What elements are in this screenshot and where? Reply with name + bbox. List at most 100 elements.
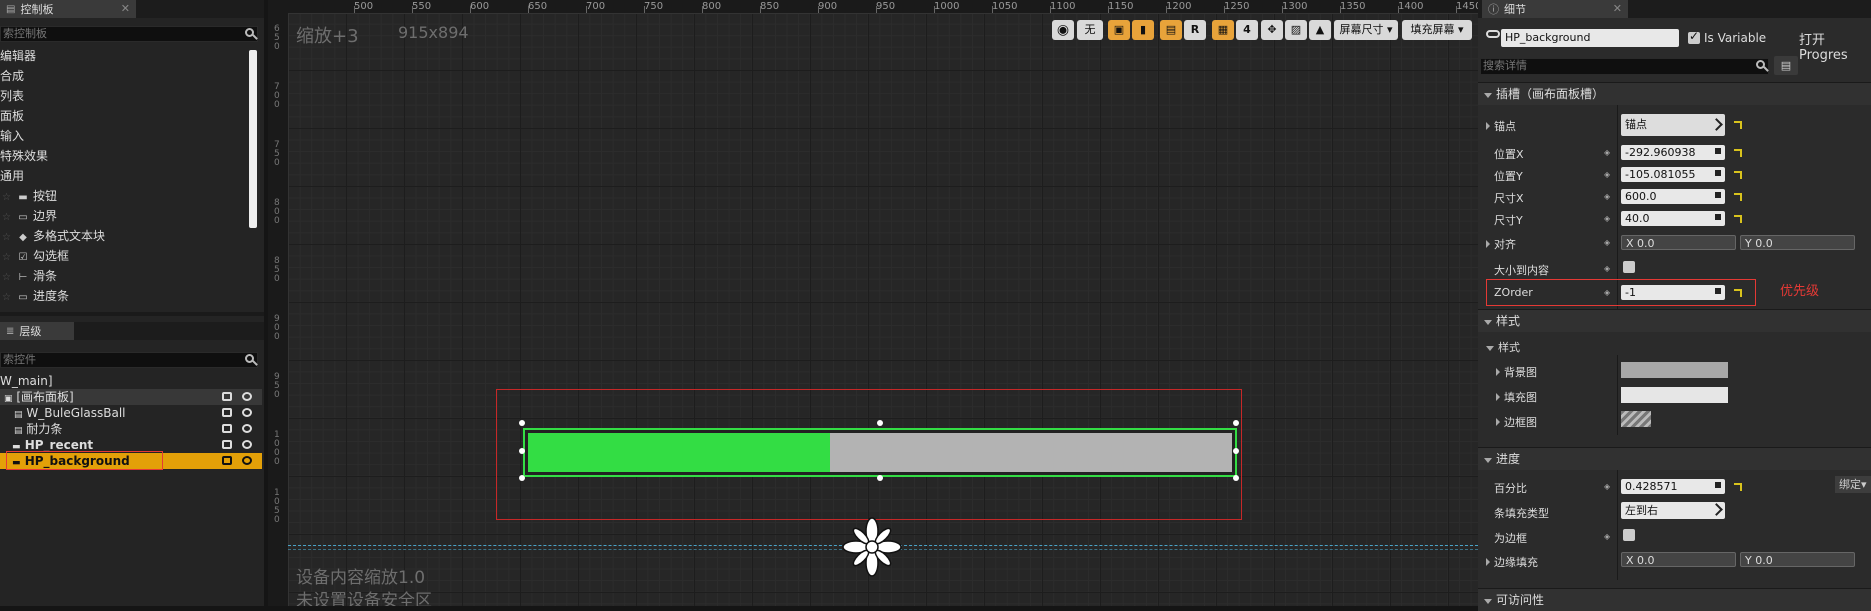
- palette-item-border[interactable]: ☆ ▭ 边界: [0, 206, 57, 226]
- fill-image-row[interactable]: 填充图: [1490, 389, 1537, 405]
- lock-icon[interactable]: [222, 392, 232, 401]
- widget-name-input[interactable]: HP_background: [1501, 29, 1679, 47]
- palette-search-input[interactable]: 索控制板: [0, 26, 258, 42]
- respect-locks-button[interactable]: R: [1184, 20, 1206, 40]
- bind-dropdown[interactable]: 绑定▾: [1835, 476, 1871, 493]
- resize-handle[interactable]: [519, 448, 525, 454]
- border-pad-row[interactable]: 边缘填充: [1480, 554, 1538, 570]
- palette-item-richtext[interactable]: ☆ ◆ 多格式文本块: [0, 226, 105, 246]
- bg-image-swatch[interactable]: [1621, 362, 1728, 378]
- grid-snap-value[interactable]: 4: [1236, 20, 1258, 40]
- size-y-input[interactable]: 40.0: [1621, 211, 1725, 226]
- image-icon[interactable]: ▨: [1285, 20, 1307, 40]
- palette-scrollbar[interactable]: [249, 50, 257, 228]
- palette-category-effects[interactable]: 特殊效果: [0, 146, 48, 166]
- bind-icon[interactable]: ◈: [1604, 532, 1612, 541]
- hierarchy-tab[interactable]: ≣ 层级: [0, 322, 74, 340]
- fill-type-dropdown[interactable]: 左到右: [1621, 502, 1725, 519]
- border-image-row[interactable]: 边框图: [1490, 414, 1537, 430]
- lock-icon[interactable]: [222, 408, 232, 417]
- palette-category-input[interactable]: 输入: [0, 126, 24, 146]
- anchor-row[interactable]: 锚点: [1480, 118, 1516, 134]
- reset-icon[interactable]: [1734, 215, 1742, 223]
- palette-item-slider[interactable]: ☆ ⊢ 滑条: [0, 266, 57, 286]
- section-progress[interactable]: 进度: [1478, 447, 1871, 470]
- outline-toggle-icon[interactable]: ▣: [1108, 20, 1130, 40]
- reset-icon[interactable]: [1734, 171, 1742, 179]
- palette-item-checkbox[interactable]: ☆ ☑ 勾选框: [0, 246, 69, 266]
- screen-size-dropdown[interactable]: 屏幕尺寸 ▾: [1334, 20, 1398, 40]
- hierarchy-row-stamina[interactable]: ▤ 耐力条: [0, 421, 262, 437]
- size-x-input[interactable]: 600.0: [1621, 189, 1725, 204]
- reset-icon[interactable]: [1734, 483, 1742, 491]
- grid-snap-icon[interactable]: ▦: [1212, 20, 1234, 40]
- property-matrix-icon[interactable]: ▤: [1774, 56, 1798, 75]
- palette-category-editor[interactable]: 编辑器: [0, 46, 36, 66]
- eye-icon[interactable]: [242, 408, 252, 417]
- lock-icon[interactable]: [222, 456, 232, 465]
- reset-icon[interactable]: [1734, 193, 1742, 201]
- palette-category-compose[interactable]: 合成: [0, 66, 24, 86]
- resize-handle[interactable]: [1233, 420, 1239, 426]
- move-icon[interactable]: ✥: [1261, 20, 1283, 40]
- reset-icon[interactable]: [1734, 121, 1742, 129]
- reset-icon[interactable]: [1734, 149, 1742, 157]
- palette-item-button[interactable]: ☆ ▬ 按钮: [0, 186, 57, 206]
- eye-icon[interactable]: [242, 424, 252, 433]
- eye-icon[interactable]: [242, 440, 252, 449]
- style-subsection[interactable]: 样式: [1480, 339, 1520, 355]
- star-icon[interactable]: ☆: [2, 252, 11, 263]
- star-icon[interactable]: ☆: [2, 192, 11, 203]
- is-variable-checkbox[interactable]: [1688, 29, 1700, 44]
- align-x-input[interactable]: X 0.0: [1621, 235, 1736, 250]
- bind-icon[interactable]: ◈: [1604, 482, 1612, 491]
- details-search-input[interactable]: 搜索详情: [1480, 58, 1769, 75]
- zorder-input[interactable]: -1: [1621, 285, 1725, 300]
- star-icon[interactable]: ☆: [2, 272, 11, 283]
- palette-category-list-item[interactable]: 列表: [0, 86, 24, 106]
- mountain-icon[interactable]: ▲: [1309, 20, 1331, 40]
- pos-x-input[interactable]: -292.960938: [1621, 145, 1725, 160]
- hierarchy-row-glassball[interactable]: ▤ W_BuleGlassBall: [0, 405, 262, 421]
- section-accessibility[interactable]: 可访问性: [1478, 588, 1871, 611]
- align-row[interactable]: 对齐: [1480, 236, 1516, 252]
- border-image-swatch[interactable]: [1621, 411, 1651, 427]
- designer-canvas[interactable]: 500 550 600 650 700 750 800 850 900 950 1000 1050 11…: [268, 0, 1478, 606]
- fill-screen-dropdown[interactable]: 填充屏幕 ▾: [1402, 20, 1472, 40]
- palette-tab[interactable]: ▤ 控制板 ✕: [0, 0, 136, 18]
- palette-category-panel[interactable]: 面板: [0, 106, 24, 126]
- hierarchy-search-input[interactable]: 索控件: [0, 352, 258, 368]
- lock-toggle-icon[interactable]: ▮: [1132, 20, 1154, 40]
- bind-icon[interactable]: ◈: [1604, 264, 1612, 273]
- size-to-content-checkbox[interactable]: [1623, 261, 1635, 273]
- resize-handle[interactable]: [519, 420, 525, 426]
- close-icon[interactable]: ✕: [121, 2, 130, 15]
- transform-mode-button[interactable]: 无: [1077, 20, 1103, 40]
- bind-icon[interactable]: ◈: [1604, 288, 1612, 297]
- bind-icon[interactable]: ◈: [1604, 170, 1612, 179]
- resize-handle[interactable]: [877, 475, 883, 481]
- resize-handle[interactable]: [1233, 475, 1239, 481]
- eye-icon[interactable]: [242, 456, 252, 465]
- resize-handle[interactable]: [1233, 448, 1239, 454]
- reset-icon[interactable]: [1734, 289, 1742, 297]
- bind-icon[interactable]: ◈: [1604, 238, 1612, 247]
- pos-y-input[interactable]: -105.081055: [1621, 167, 1725, 182]
- marquee-checkbox[interactable]: [1623, 529, 1635, 541]
- bind-icon[interactable]: ◈: [1604, 148, 1612, 157]
- bind-icon[interactable]: ◈: [1604, 214, 1612, 223]
- lock-icon[interactable]: [222, 424, 232, 433]
- lock-icon[interactable]: [222, 440, 232, 449]
- palette-category-common[interactable]: 通用: [0, 166, 24, 186]
- anchor-dropdown[interactable]: 锚点: [1621, 114, 1725, 136]
- eye-icon[interactable]: [242, 392, 252, 401]
- star-icon[interactable]: ☆: [2, 232, 11, 243]
- hierarchy-row-canvas[interactable]: ▣ [画布面板]: [0, 389, 262, 405]
- star-icon[interactable]: ☆: [2, 212, 11, 223]
- resize-handle[interactable]: [877, 420, 883, 426]
- hp-progress-bar[interactable]: [523, 428, 1237, 477]
- bind-icon[interactable]: ◈: [1604, 192, 1612, 201]
- fill-image-swatch[interactable]: [1621, 387, 1728, 403]
- globe-icon[interactable]: ◉: [1052, 20, 1074, 40]
- align-y-input[interactable]: Y 0.0: [1740, 235, 1855, 250]
